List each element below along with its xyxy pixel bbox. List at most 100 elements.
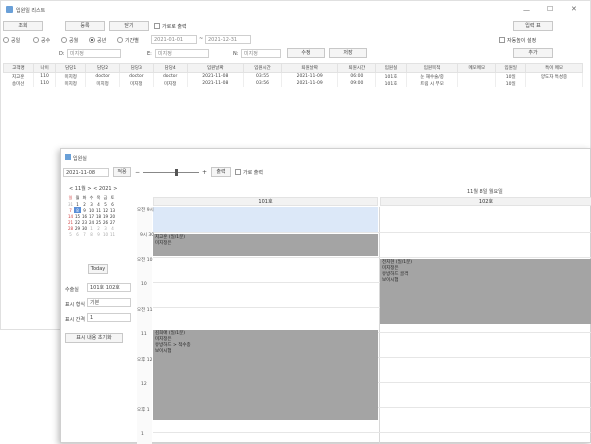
calendar-day[interactable]: 29 (74, 225, 81, 231)
calendar-day[interactable]: 24 (88, 219, 95, 225)
column-header[interactable]: 특이 메모 (525, 63, 583, 73)
save-button[interactable]: 저장 (329, 48, 367, 58)
add-button[interactable]: 추가 (513, 48, 553, 58)
appointment-block[interactable]: 김희애 (일/1분) 미지정은 유방하드 > 적수종 보이시험 (153, 330, 378, 420)
calendar-day[interactable]: 18 (95, 213, 102, 219)
calendar-day[interactable]: 22 (74, 219, 81, 225)
table-row[interactable]: 지고훈 110 미지정 doctor doctor doctor 2021-11-08 03:… (3, 72, 583, 80)
room-select[interactable]: 101호 102호 (87, 283, 131, 292)
auto-height-checkbox[interactable] (499, 37, 505, 43)
calendar-day[interactable]: 8 (88, 231, 95, 237)
modify-button[interactable]: 수정 (287, 48, 325, 58)
column-header[interactable]: 입원목적 (405, 63, 459, 73)
column-header[interactable]: 입원일 (495, 63, 527, 73)
close-window-button[interactable]: ✕ (571, 5, 577, 13)
landscape-checkbox[interactable] (154, 23, 160, 29)
zoom-slider-thumb[interactable] (175, 169, 178, 176)
apply-button[interactable]: 적용 (113, 167, 131, 177)
calendar-day[interactable]: 16 (81, 213, 88, 219)
time-label: 10 (141, 282, 147, 287)
interval-select[interactable]: 1 (87, 313, 131, 322)
column-header[interactable]: 입원시간 (243, 63, 282, 73)
today-button[interactable]: Today (88, 264, 108, 274)
table-row[interactable]: 송미선 110 미지정 미지정 미지정 미지정 2021-11-08 03:56 2021-11… (3, 80, 583, 87)
radio-month[interactable] (61, 37, 67, 43)
column-header[interactable]: 퇴원시간 (337, 63, 377, 73)
table-cell: 2021-11-08 (187, 80, 245, 87)
display-format-select[interactable]: 기본 (87, 298, 131, 307)
calendar-day[interactable]: 7 (81, 231, 88, 237)
calendar-day[interactable]: 12 (102, 207, 109, 213)
calendar-day[interactable]: 25 (95, 219, 102, 225)
column-header[interactable]: 퇴원날짜 (280, 63, 339, 73)
landscape-output-checkbox[interactable] (235, 169, 241, 175)
column-header[interactable]: 담당4 (152, 63, 188, 73)
table-cell: 03:56 (243, 80, 282, 87)
calendar-day[interactable]: 5 (67, 231, 74, 237)
table-cell: 미지정 (85, 80, 120, 87)
calendar-day[interactable]: 20 (109, 213, 116, 219)
window-title: 입원일 리스트 (16, 8, 46, 14)
column-header[interactable]: 담당1 (55, 63, 87, 73)
calendar-day[interactable]: 14 (67, 213, 74, 219)
calendar-day[interactable]: 11 (109, 231, 116, 237)
register-button[interactable]: 등록 (65, 21, 105, 31)
table-cell: 양도자 특성중 (525, 72, 583, 80)
zoom-slider-track[interactable] (143, 172, 199, 173)
table-body: 지고훈 110 미지정 doctor doctor doctor 2021-11-08 03:… (3, 72, 583, 87)
appointment-block[interactable]: 지고훈 (일/1분) 미지정은 (153, 234, 378, 256)
calendar-day[interactable]: 17 (88, 213, 95, 219)
calendar-day[interactable]: 26 (102, 219, 109, 225)
table-cell: 눈 재수술/중 (406, 72, 459, 80)
time-label: 오전 10 (137, 258, 153, 263)
column-header[interactable]: 나이 (32, 63, 57, 73)
calendar-day[interactable]: 10 (102, 231, 109, 237)
reset-display-button[interactable]: 표시 내용 초기화 (65, 333, 123, 343)
calendar-day[interactable]: 13 (109, 207, 116, 213)
close-button[interactable]: 닫기 (109, 21, 149, 31)
scheduler-date-field[interactable]: 2021-11-08 (63, 168, 109, 177)
calendar-day[interactable]: 21 (67, 219, 74, 225)
calendar-day[interactable]: 28 (67, 225, 74, 231)
filter-d-select[interactable]: 미지정 (67, 49, 121, 58)
calendar-day[interactable]: 6 (74, 231, 81, 237)
radio-year[interactable] (89, 37, 95, 43)
minimize-button[interactable]: — (523, 6, 530, 14)
calendar-week-row: 5 6 7 8 9 10 11 (67, 231, 116, 237)
column-header[interactable]: 입원실 (375, 63, 407, 73)
print-button[interactable]: 입력 표 (513, 21, 553, 31)
calendar-day[interactable]: 31 (67, 201, 74, 207)
calendar-day[interactable]: 15 (74, 213, 81, 219)
radio-period[interactable] (117, 37, 123, 43)
filter-d-label: D: (59, 51, 65, 57)
calendar-day[interactable]: 30 (81, 225, 88, 231)
column-header[interactable]: 고객명 (3, 63, 34, 73)
column-header[interactable]: 메모메모 (457, 63, 497, 73)
date-to-field[interactable]: 2021-12-31 (205, 35, 251, 44)
date-from-field[interactable]: 2021-01-01 (151, 35, 197, 44)
view-button[interactable]: 출력 (211, 167, 231, 177)
calendar-day[interactable]: 19 (102, 213, 109, 219)
calendar-day[interactable]: 11 (95, 207, 102, 213)
appointment-block[interactable]: 전지현 (일/1분) 미지정은 유방하드 골격 보이시험 (380, 259, 591, 324)
filter-e-select[interactable]: 미지정 (155, 49, 209, 58)
calendar-day[interactable]: 10 (88, 207, 95, 213)
zoom-minus-icon[interactable]: − (135, 169, 140, 176)
table-cell (525, 80, 583, 87)
radio-day[interactable] (3, 37, 9, 43)
radio-week[interactable] (33, 37, 39, 43)
column-header[interactable]: 입원날짜 (186, 63, 245, 73)
selected-slot[interactable] (153, 207, 378, 232)
column-header[interactable]: 담당2 (85, 63, 120, 73)
time-label: 11 (141, 332, 147, 337)
calendar-day[interactable]: 27 (109, 219, 116, 225)
calendar-day[interactable]: 23 (81, 219, 88, 225)
table-cell: 110 (33, 80, 57, 87)
maximize-button[interactable]: ☐ (547, 5, 553, 13)
search-button[interactable]: 조회 (3, 21, 43, 31)
zoom-plus-icon[interactable]: + (202, 169, 207, 176)
calendar-month-nav[interactable]: < 11월 > < 2021 > (69, 185, 117, 192)
calendar-day[interactable]: 9 (95, 231, 102, 237)
filter-n-select[interactable]: 미지정 (241, 49, 281, 58)
column-header[interactable]: 담당3 (118, 63, 154, 73)
